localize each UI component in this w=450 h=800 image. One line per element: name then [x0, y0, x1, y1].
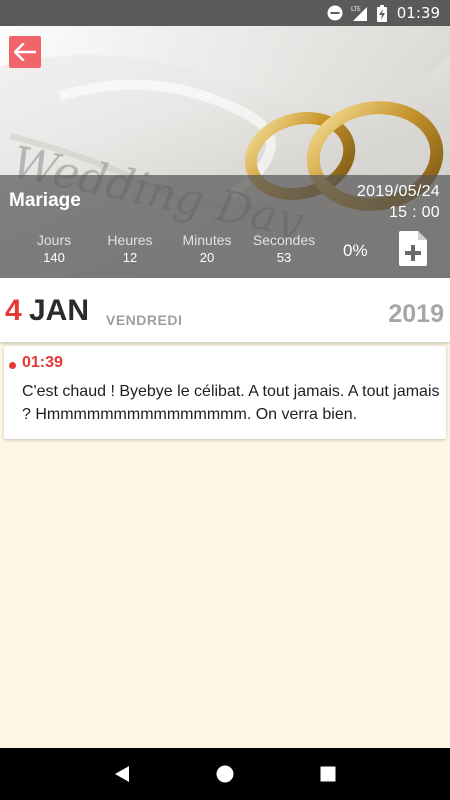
counter-value: 53: [276, 250, 292, 265]
day-header: 4 JAN VENDREDI 2019: [0, 278, 450, 342]
counter-label: Heures: [107, 232, 153, 248]
navigation-bar: [0, 748, 450, 800]
event-datetime: 2019/05/24 15 : 00: [357, 181, 440, 223]
nav-home-button[interactable]: [205, 754, 245, 794]
circle-home-icon: [216, 765, 234, 783]
counter-value: 140: [43, 250, 65, 265]
counter-label: Secondes: [252, 232, 316, 248]
event-hero: Wedding Day Mariage 2019/05/24 15 : 00 J…: [0, 26, 450, 278]
year: 2019: [388, 300, 444, 328]
nav-recents-button[interactable]: [308, 754, 348, 794]
nav-back-button[interactable]: [102, 754, 142, 794]
arrow-left-icon: [14, 43, 36, 61]
square-recents-icon: [320, 766, 336, 782]
countdown: Jours 140 Heures 12 Minutes 20 Secondes …: [0, 232, 330, 272]
note-text: C'est chaud ! Byebye le célibat. A tout …: [22, 383, 440, 423]
triangle-back-icon: [114, 766, 129, 782]
counter-hours: Heures 12: [90, 232, 170, 268]
day-number: 4: [5, 294, 22, 327]
status-bar: LTE 01:39: [0, 0, 450, 26]
signal-icon: LTE: [351, 5, 369, 21]
event-overlay: Mariage 2019/05/24 15 : 00 Jours 140 Heu…: [0, 175, 450, 278]
note-card[interactable]: 01:39 C'est chaud ! Byebye le célibat. A…: [4, 346, 446, 439]
back-button[interactable]: [9, 36, 41, 68]
note-time: 01:39: [22, 354, 63, 371]
do-not-disturb-icon: [327, 5, 343, 21]
counter-days: Jours 140: [14, 232, 94, 268]
event-date: 2019/05/24: [356, 183, 440, 200]
weekday-name: VENDREDI: [106, 312, 183, 328]
battery-charging-icon: [376, 4, 387, 22]
counter-seconds: Secondes 53: [244, 232, 324, 268]
counter-label: Jours: [36, 232, 72, 248]
progress-percent: 0%: [343, 241, 368, 260]
counter-minutes: Minutes 20: [167, 232, 247, 268]
svg-text:LTE: LTE: [351, 6, 361, 13]
note-bullet-icon: [9, 362, 16, 369]
add-document-icon: [399, 231, 427, 266]
status-time: 01:39: [396, 4, 440, 22]
counter-value: 12: [122, 250, 138, 265]
counter-label: Minutes: [182, 232, 232, 248]
event-time: 15 : 00: [388, 204, 440, 221]
counter-value: 20: [199, 250, 215, 265]
event-title: Mariage: [9, 190, 81, 211]
add-note-button[interactable]: [399, 231, 427, 266]
month-name: JAN: [29, 294, 90, 327]
